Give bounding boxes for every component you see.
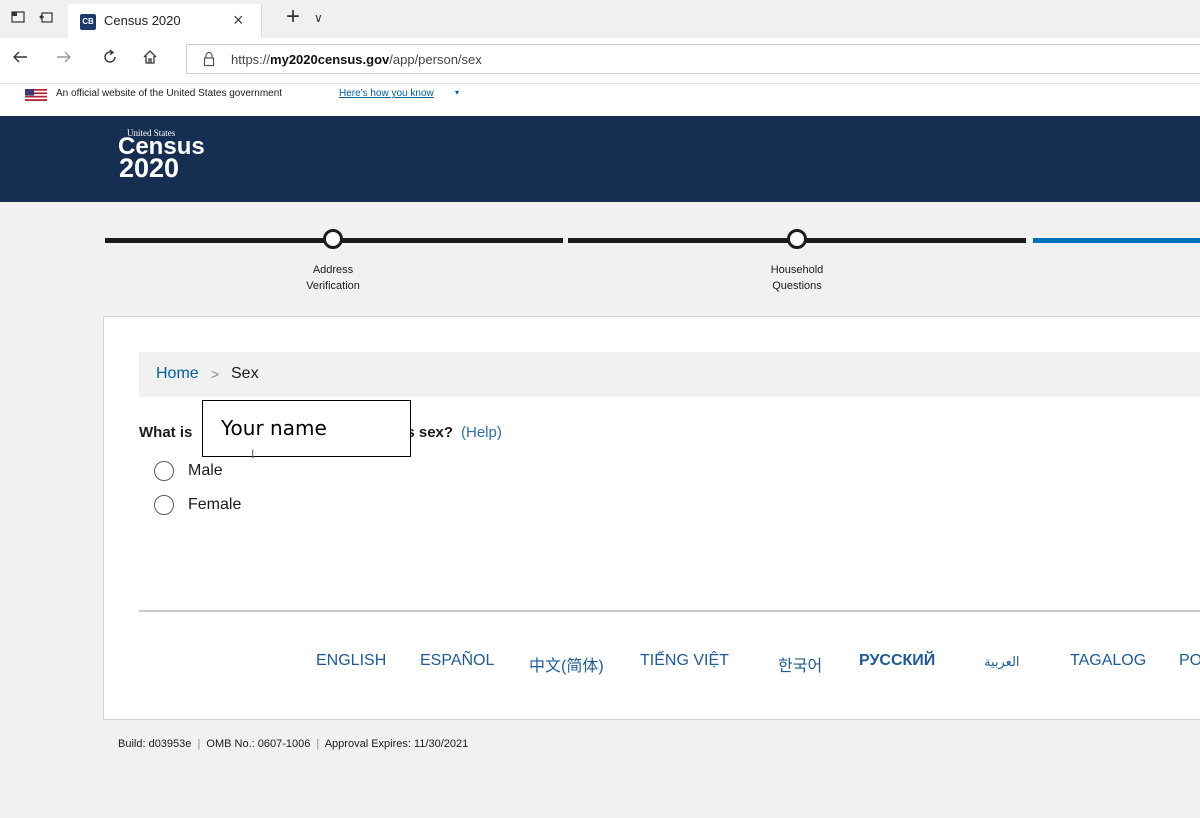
text-cursor-icon: I xyxy=(251,447,255,461)
url-text: https://my2020census.gov/app/person/sex xyxy=(231,52,482,67)
progress-dot-address xyxy=(323,229,343,249)
close-tab-icon[interactable]: × xyxy=(233,11,244,29)
breadcrumb-home-link[interactable]: Home xyxy=(156,365,199,383)
tab-aside-icon[interactable] xyxy=(38,10,54,26)
back-arrow-icon[interactable] xyxy=(8,48,32,72)
step-label-household: Household Questions xyxy=(770,264,824,292)
progress-segment-current xyxy=(1033,238,1200,243)
heres-how-you-know-link[interactable]: Here's how you know xyxy=(339,88,434,99)
divider xyxy=(139,610,1200,612)
breadcrumb-separator: > xyxy=(211,366,220,382)
site-header: United States Census 2020 xyxy=(0,116,1200,202)
tab-title: Census 2020 xyxy=(104,13,181,28)
option-label-male[interactable]: Male xyxy=(188,462,223,480)
language-bar: ENGLISH ESPAÑOL 中文(简体) TIẾNG VIỆT 한국어 РУ… xyxy=(104,650,1200,678)
browser-tab-bar: CB Census 2020 × + ∨ xyxy=(0,0,1200,38)
question-card: Home > Sex What is s sex? (Help) Your nam… xyxy=(103,316,1200,720)
lang-chinese[interactable]: 中文(简体) xyxy=(529,652,604,676)
radio-female[interactable] xyxy=(154,495,174,515)
logo-year: 2020 xyxy=(119,153,180,183)
forward-arrow-icon[interactable] xyxy=(52,48,76,72)
name-redaction-box: Your name xyxy=(202,400,411,457)
tab-list-chevron-icon[interactable]: ∨ xyxy=(314,11,323,25)
lang-english[interactable]: ENGLISH xyxy=(316,652,386,670)
address-input[interactable]: https://my2020census.gov/app/person/sex xyxy=(186,44,1200,74)
build-info: Build: d03953e | OMB No.: 0607-1006 | Ap… xyxy=(118,738,469,750)
lang-russian[interactable]: РУССКИЙ xyxy=(859,652,935,670)
question-prefix: What is xyxy=(139,424,193,441)
census-favicon-icon: CB xyxy=(80,14,96,30)
lang-tagalog[interactable]: TAGALOG xyxy=(1070,652,1146,670)
lock-icon[interactable] xyxy=(203,51,215,67)
name-redaction-text: Your name xyxy=(221,416,327,440)
radio-male[interactable] xyxy=(154,461,174,481)
option-label-female[interactable]: Female xyxy=(188,496,241,514)
census-2020-logo[interactable]: United States Census 2020 xyxy=(118,128,238,188)
new-tab-button[interactable]: + xyxy=(286,4,300,30)
lang-polish[interactable]: PO xyxy=(1179,652,1200,670)
progress-dot-household xyxy=(787,229,807,249)
refresh-icon[interactable] xyxy=(98,48,122,72)
us-flag-icon xyxy=(25,88,47,101)
help-link[interactable]: (Help) xyxy=(461,424,502,441)
lang-espanol[interactable]: ESPAÑOL xyxy=(420,652,494,670)
gov-banner-text: An official website of the United States… xyxy=(56,88,283,99)
tab-census-2020[interactable]: CB Census 2020 × xyxy=(68,4,262,38)
lang-arabic[interactable]: العربية xyxy=(984,654,1020,670)
home-icon[interactable] xyxy=(138,48,162,72)
breadcrumb-current: Sex xyxy=(231,365,259,382)
breadcrumb: Home > Sex xyxy=(139,352,1200,397)
step-label-address: Address Verification xyxy=(306,264,360,292)
browser-address-bar: https://my2020census.gov/app/person/sex xyxy=(0,38,1200,84)
progress-tracker: Address Verification Household Questions xyxy=(0,202,1200,310)
lang-korean[interactable]: 한국어 xyxy=(778,652,822,676)
tab-manager-icon[interactable] xyxy=(10,10,26,26)
chevron-down-icon[interactable]: ▾ xyxy=(455,88,459,97)
gov-banner: An official website of the United States… xyxy=(0,84,1200,116)
question-suffix: s sex? xyxy=(406,424,454,441)
lang-vietnamese[interactable]: TIẾNG VIỆT xyxy=(640,652,729,670)
